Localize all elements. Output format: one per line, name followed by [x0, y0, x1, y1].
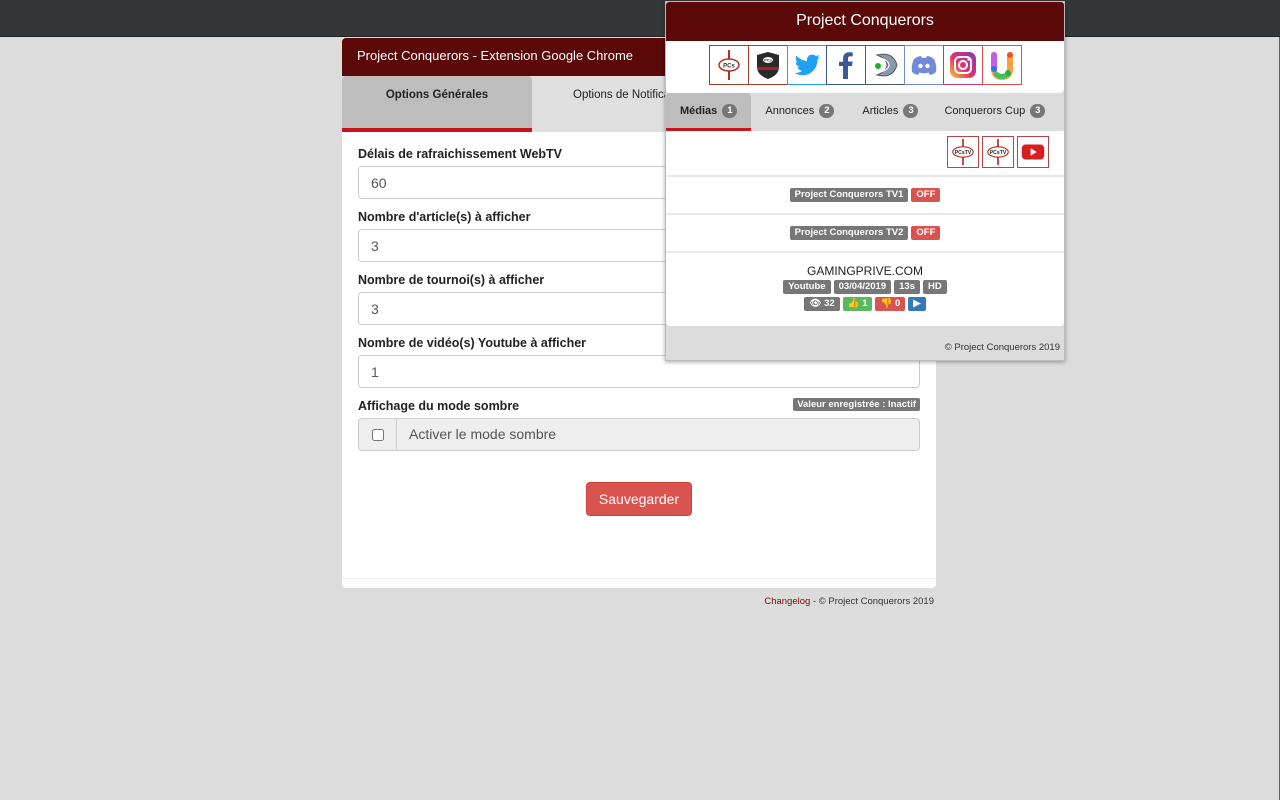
- social-twitter[interactable]: [787, 45, 827, 85]
- pcs-shield-icon: PCs: [757, 52, 779, 79]
- popup-tabs: Médias 1 Annonces 2 Articles 3 Conqueror…: [666, 93, 1064, 131]
- media-icons-row: PCsTV PCsTV: [666, 131, 1064, 177]
- social-teamspeak[interactable]: [865, 45, 905, 85]
- popup-tab-conquerors-cup-count: 3: [1030, 104, 1046, 118]
- play-icon: ▶: [913, 298, 921, 309]
- dark-mode-checkbox-addon: [359, 419, 397, 450]
- field-dark-mode: Affichage du mode sombre Valeur enregist…: [358, 398, 920, 451]
- youtube-link[interactable]: [1017, 136, 1049, 168]
- changelog-link[interactable]: Changelog: [764, 596, 810, 607]
- stream-status-tv2: OFF: [911, 226, 941, 240]
- social-u-app[interactable]: [982, 45, 1022, 85]
- save-row: Sauvegarder: [358, 482, 920, 516]
- popup-tab-annonces-label: Annonces: [765, 105, 815, 117]
- popup-tab-medias-label: Médias: [680, 105, 718, 117]
- browser-top-bar: [0, 0, 1280, 37]
- dark-mode-checkbox-label: Activer le mode sombre: [409, 426, 557, 442]
- tab-notification-options[interactable]: Options de Notifications: [532, 76, 682, 132]
- video-meta-row: Youtube 03/04/2019 13s HD: [666, 280, 1064, 294]
- social-instagram[interactable]: [943, 45, 983, 85]
- pcs-tv2-link[interactable]: PCsTV: [982, 136, 1014, 168]
- popup-tab-annonces[interactable]: Annonces 2: [751, 93, 848, 131]
- page-copyright: - © Project Conquerors 2019: [810, 596, 934, 607]
- youtube-icon: [1021, 144, 1045, 160]
- extension-popup: Project Conquerors PCs PCs Médias 1 Anno…: [665, 1, 1065, 361]
- card-divider: [342, 578, 936, 579]
- video-views-count: 32: [824, 298, 835, 309]
- popup-title: Project Conquerors: [666, 2, 1064, 41]
- video-date: 03/04/2019: [833, 280, 892, 294]
- dark-mode-input-group: Activer le mode sombre: [358, 418, 920, 451]
- pcs-tv2-text: PCsTV: [990, 150, 1007, 156]
- video-stats-row: 👁 32 👍 1 👎 0 ▶: [666, 297, 1064, 311]
- popup-medias-panel: PCsTV PCsTV Project Conquerors TV1 OFF P…: [666, 131, 1064, 326]
- video-title[interactable]: GAMINGPRIVE.COM: [666, 264, 1064, 280]
- social-pcs-esport[interactable]: PCs: [748, 45, 788, 85]
- stream-row-tv2: Project Conquerors TV2 OFF: [666, 215, 1064, 253]
- video-likes-count: 1: [862, 298, 868, 309]
- twitter-icon: [794, 54, 820, 76]
- social-links-bar: PCs PCs: [666, 41, 1064, 93]
- pcs-tv1-link[interactable]: PCsTV: [947, 136, 979, 168]
- stream-row-tv1: Project Conquerors TV1 OFF: [666, 177, 1064, 215]
- teamspeak-icon: [875, 53, 898, 77]
- page-footer: Changelog - © Project Conquerors 2019: [342, 596, 934, 607]
- popup-tab-conquerors-cup[interactable]: Conquerors Cup 3: [932, 93, 1046, 131]
- popup-tab-conquerors-cup-label: Conquerors Cup: [944, 105, 1026, 117]
- social-pcs-logo[interactable]: PCs: [709, 45, 749, 85]
- video-views: 👁 32: [804, 297, 840, 311]
- pcs-tv-icon: PCsTV: [952, 138, 974, 166]
- u-app-icon: [991, 52, 1013, 81]
- popup-tab-medias[interactable]: Médias 1: [666, 93, 752, 131]
- dark-mode-saved-badge: Valeur enregistrée : Inactif: [793, 398, 920, 411]
- pcs-tv1-text: PCsTV: [955, 150, 972, 156]
- video-dislikes: 👎 0: [875, 297, 906, 311]
- video-duration: 13s: [894, 280, 920, 294]
- save-button[interactable]: Sauvegarder: [585, 482, 693, 516]
- pcs-logo-icon: PCs: [718, 50, 740, 80]
- video-source: Youtube: [783, 280, 831, 294]
- social-facebook[interactable]: [826, 45, 866, 85]
- stream-name-tv1[interactable]: Project Conquerors TV1: [789, 188, 909, 202]
- popup-tab-annonces-count: 2: [819, 104, 835, 118]
- discord-icon: [911, 56, 937, 75]
- tab-general-options[interactable]: Options Générales: [342, 76, 532, 132]
- instagram-icon: [950, 52, 976, 78]
- video-item: GAMINGPRIVE.COM Youtube 03/04/2019 13s H…: [666, 253, 1064, 311]
- svg-text:PCs: PCs: [764, 58, 773, 63]
- thumbs-up-icon: 👍: [847, 298, 860, 309]
- pcs-tv-icon: PCsTV: [987, 138, 1009, 166]
- video-quality: HD: [922, 280, 947, 294]
- popup-tab-articles[interactable]: Articles 3: [848, 93, 932, 131]
- svg-text:PCs: PCs: [723, 64, 735, 70]
- popup-tab-articles-label: Articles: [862, 105, 899, 117]
- social-discord[interactable]: [904, 45, 944, 85]
- popup-tab-medias-count: 1: [722, 104, 738, 118]
- video-play-button[interactable]: ▶: [908, 297, 926, 311]
- popup-tab-articles-count: 3: [903, 104, 919, 118]
- video-dislikes-count: 0: [894, 298, 901, 309]
- dark-mode-checkbox[interactable]: [371, 428, 384, 441]
- stream-name-tv2[interactable]: Project Conquerors TV2: [789, 226, 909, 240]
- thumbs-down-icon: 👎: [880, 298, 893, 309]
- popup-footer: © Project Conquerors 2019: [944, 342, 1060, 353]
- facebook-icon: [839, 52, 853, 79]
- stream-status-tv1: OFF: [911, 188, 941, 202]
- eye-icon: 👁: [809, 298, 822, 309]
- video-likes: 👍 1: [842, 297, 873, 311]
